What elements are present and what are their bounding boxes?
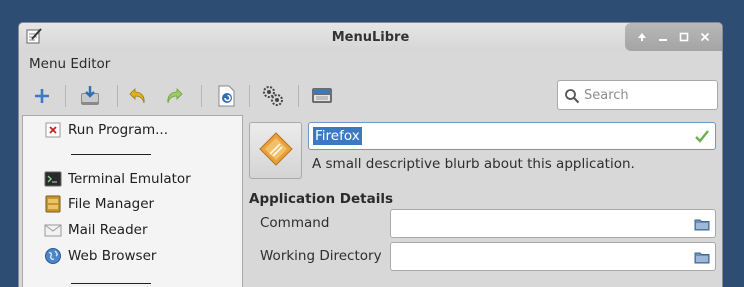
minimize-icon[interactable] [656,30,670,44]
folder-icon[interactable] [694,216,710,232]
sidebar-item-terminal-emulator[interactable]: Terminal Emulator [43,168,191,190]
folder-icon[interactable] [694,249,710,265]
window-title: MenuLibre [331,30,410,45]
restore-icon[interactable] [677,30,691,44]
sidebar-item-label: Run Program... [68,122,169,138]
mail-icon [43,220,63,240]
save-icon[interactable] [77,83,103,109]
sidebar-item-label: Web Browser [68,248,157,264]
maximize-arrow-icon[interactable] [635,30,649,44]
sidebar-separator [71,283,151,284]
sidebar-item-label: File Manager [68,196,155,212]
working-directory-field[interactable] [390,242,716,271]
file-manager-icon [43,194,63,214]
sidebar-item-label: Terminal Emulator [68,171,191,187]
menu-editor-menu[interactable]: Menu Editor [29,56,110,72]
application-icon-button[interactable] [249,122,302,179]
run-icon[interactable] [260,83,286,109]
command-label: Command [260,215,330,231]
run-program-icon [43,120,63,140]
application-icon [257,130,295,172]
search-input[interactable] [584,86,712,104]
toolbar-separator [65,85,66,107]
app-comment[interactable]: A small descriptive blurb about this app… [312,156,635,172]
toolbar-separator [117,85,118,107]
title-bar[interactable]: MenuLibre [19,23,722,51]
app-name-field[interactable]: Firefox [308,122,716,150]
sidebar-item-web-browser[interactable]: Web Browser [43,245,156,267]
working-directory-label: Working Directory [260,248,382,264]
command-field[interactable] [390,209,716,238]
toolbar [19,77,722,115]
sidebar-item-label: Mail Reader [68,222,148,238]
redo-icon[interactable] [161,83,187,109]
sidebar-item-file-manager[interactable]: File Manager [43,193,154,215]
check-icon [694,128,710,144]
window-controls [625,23,722,51]
search-field[interactable] [557,80,718,110]
undo-icon[interactable] [125,83,151,109]
toolbar-separator [249,85,250,107]
settings-icon[interactable] [309,83,335,109]
section-title: Application Details [249,191,394,207]
menulibre-window: MenuLibre Menu Editor Search Run Program… [18,22,723,287]
sidebar-menu-tree[interactable]: Run Program... Terminal Emulator File Ma… [22,115,243,287]
web-browser-icon [43,246,63,266]
sidebar-item-run-program[interactable]: Run Program... [43,119,168,141]
sidebar-item-mail-reader[interactable]: Mail Reader [43,219,148,241]
terminal-icon [43,169,63,189]
add-icon[interactable] [29,83,55,109]
search-icon [564,88,580,104]
revert-icon[interactable] [213,83,239,109]
close-icon[interactable] [698,30,712,44]
toolbar-separator [201,85,202,107]
toolbar-separator [298,85,299,107]
menu-bar: Menu Editor [19,51,722,77]
sidebar-separator [71,154,151,155]
app-name-value[interactable]: Firefox [313,127,362,145]
